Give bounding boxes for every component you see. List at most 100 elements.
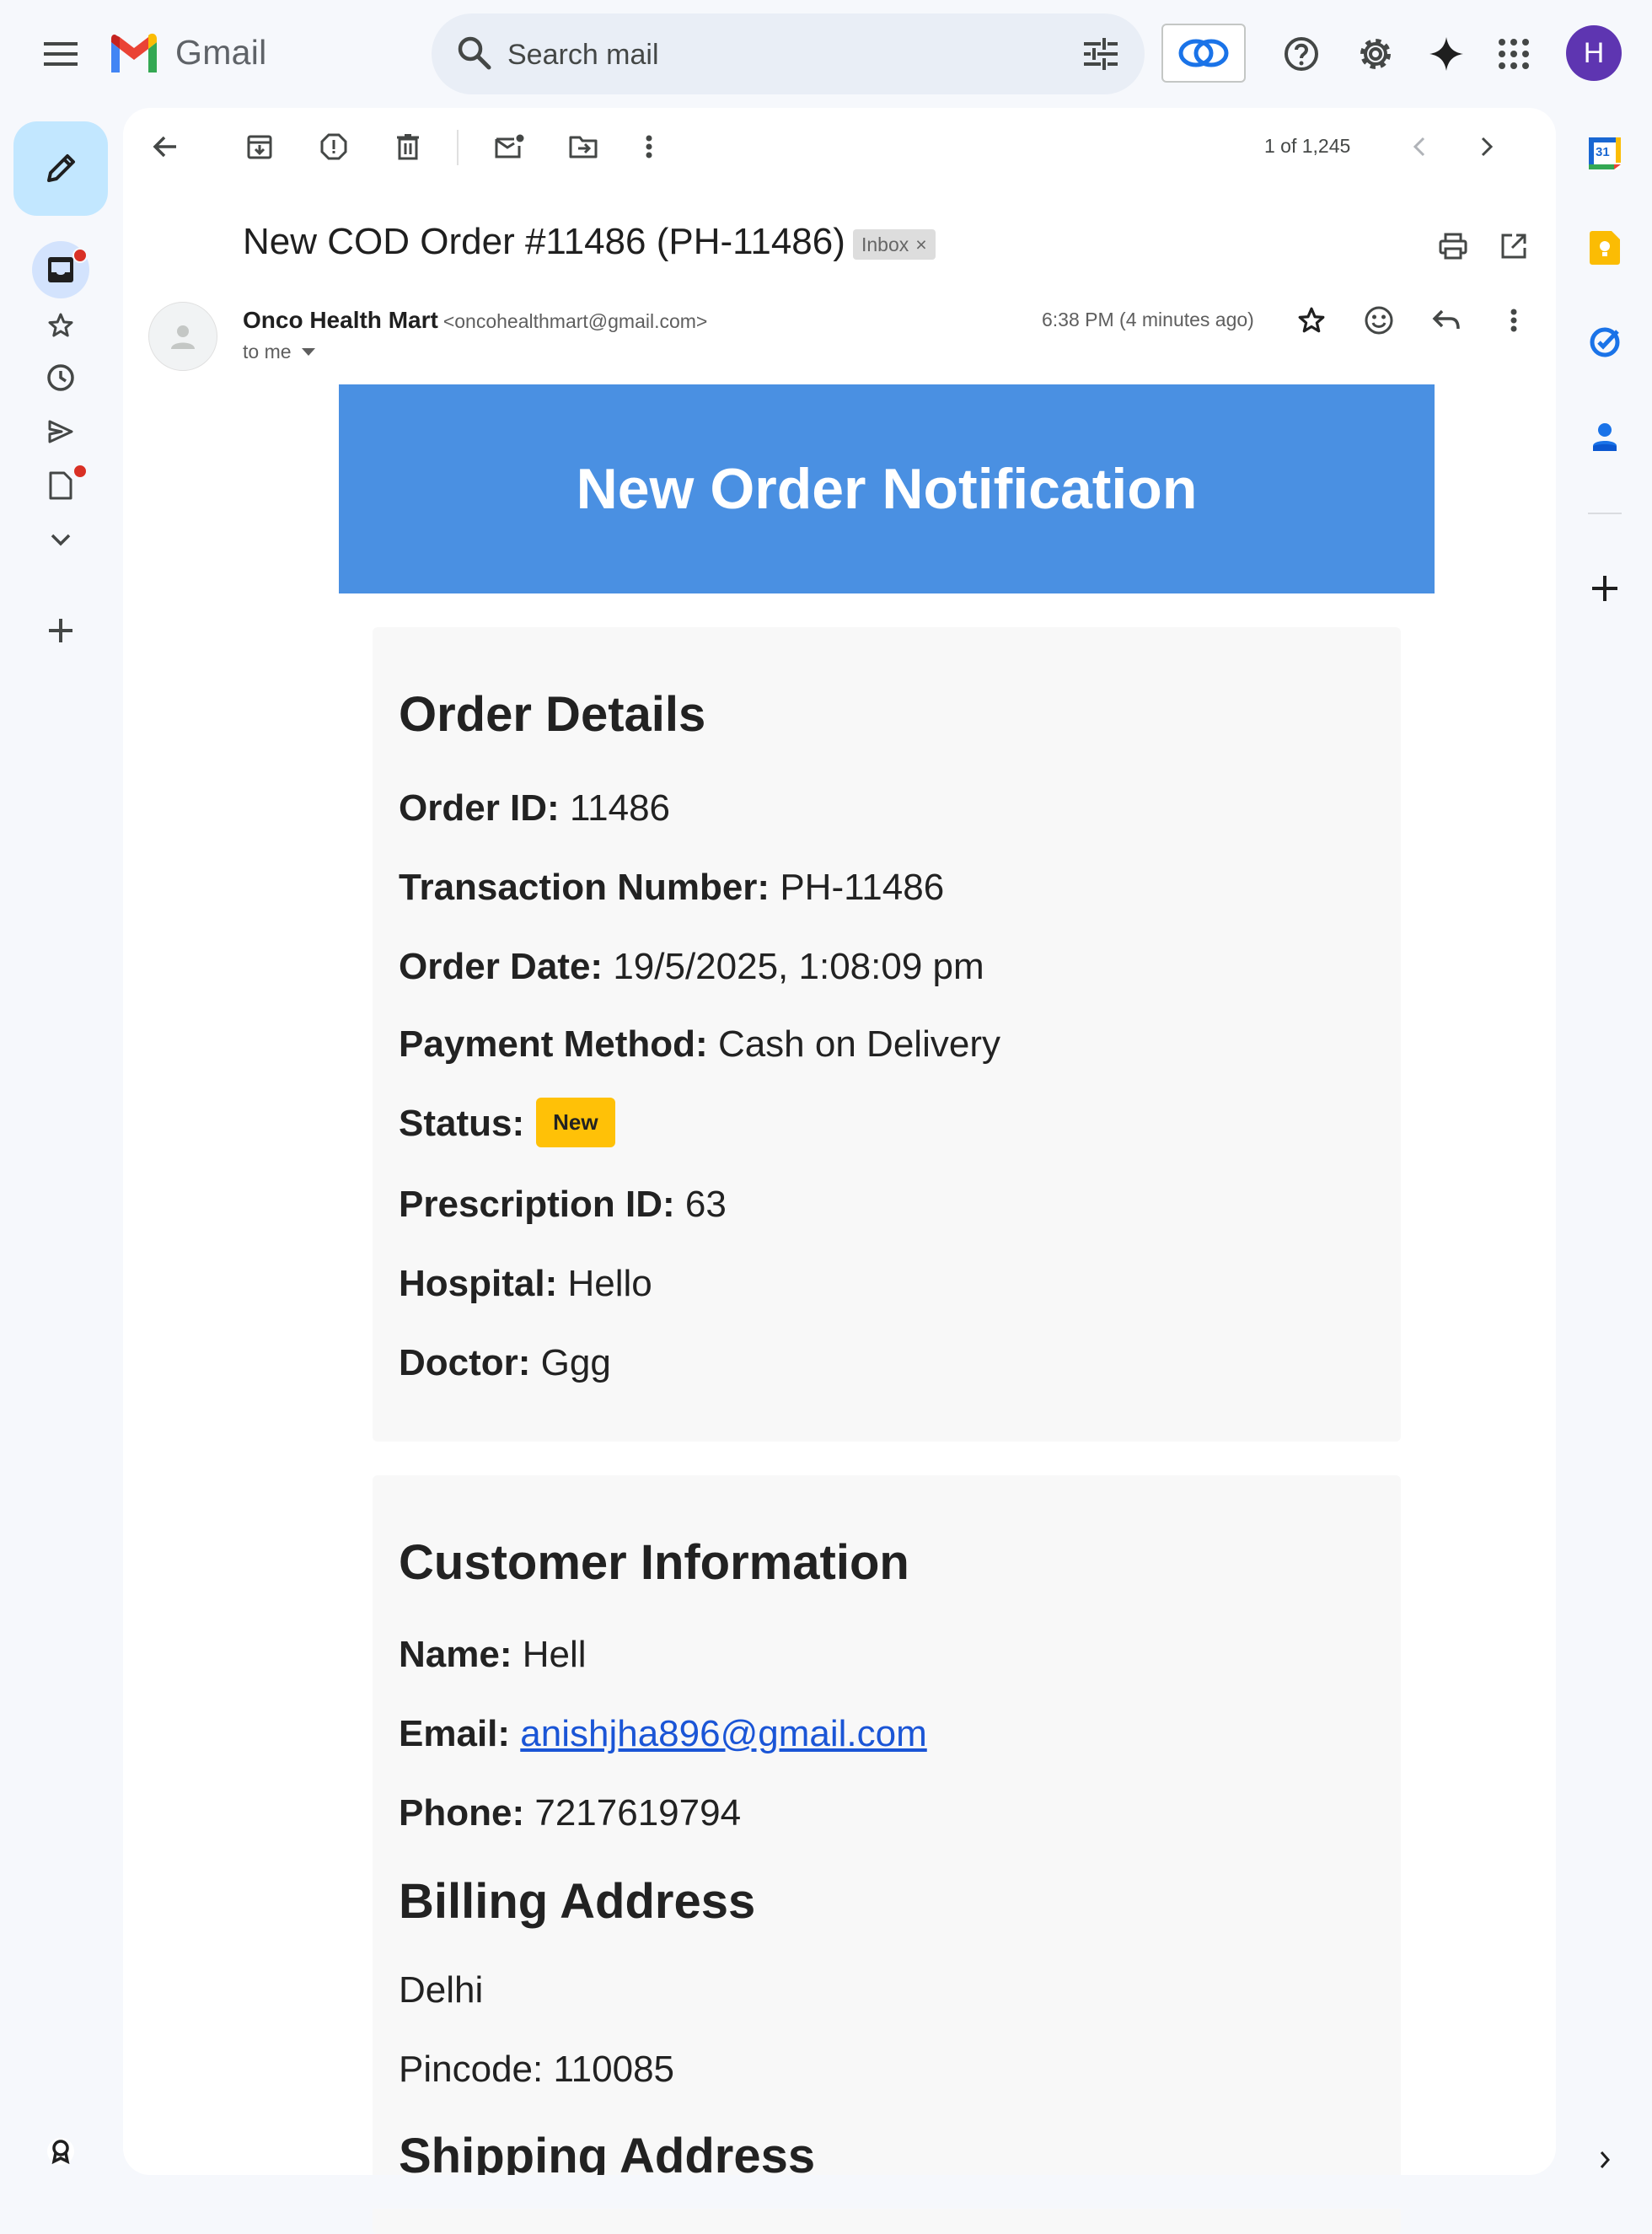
hospital-row: Hospital: Hello [399, 1263, 652, 1305]
search-input[interactable] [506, 13, 1032, 96]
doctor-label: Doctor: [399, 1342, 531, 1383]
print-button[interactable] [1426, 219, 1480, 273]
apps-button[interactable] [1487, 27, 1541, 81]
gemini-button[interactable] [1419, 27, 1473, 81]
nav-starred[interactable] [32, 297, 89, 354]
get-addons-button[interactable] [1578, 561, 1632, 615]
customer-phone-row: Phone: 7217619794 [399, 1792, 741, 1834]
order-date-value: 19/5/2025, 1:08:09 pm [613, 946, 984, 987]
billing-city: Delhi [399, 1969, 484, 2011]
emoji-react-button[interactable] [1352, 293, 1406, 347]
message-more-button[interactable] [1487, 293, 1541, 347]
report-spam-button[interactable] [307, 120, 361, 174]
calendar-day: 31 [1596, 145, 1610, 159]
help-button[interactable] [1274, 27, 1328, 81]
arrow-back-icon [153, 135, 178, 158]
newer-button[interactable] [1392, 120, 1446, 174]
search-icon[interactable] [455, 34, 494, 72]
move-folder-icon [568, 134, 598, 159]
customer-info-heading: Customer Information [399, 1535, 909, 1590]
remove-label-icon[interactable]: × [915, 234, 926, 256]
customer-email-row: Email: anishjha896@gmail.com [399, 1713, 927, 1755]
customer-email-link[interactable]: anishjha896@gmail.com [520, 1713, 926, 1754]
compose-button[interactable] [13, 121, 108, 216]
order-date-label: Order Date: [399, 946, 603, 987]
back-button[interactable] [138, 120, 192, 174]
bottom-gutter [0, 2175, 1652, 2209]
extension-button[interactable] [1161, 24, 1246, 83]
tasks-app-button[interactable] [1578, 315, 1632, 369]
search-bar[interactable] [432, 13, 1145, 96]
prescription-value: 63 [684, 1184, 727, 1225]
more-vertical-icon [646, 135, 652, 158]
chevron-right-icon [1480, 136, 1494, 158]
transaction-row: Transaction Number: PH-11486 [399, 867, 944, 909]
recipient-details[interactable]: to me [243, 341, 315, 363]
more-vertical-icon [1510, 309, 1517, 332]
toolbar-divider [457, 130, 459, 165]
older-button[interactable] [1460, 120, 1514, 174]
printer-icon [1438, 233, 1468, 260]
reply-button[interactable] [1419, 293, 1473, 347]
show-side-panel-button[interactable] [1578, 2133, 1632, 2187]
customer-name-row: Name: Hell [399, 1634, 587, 1676]
gear-icon [1356, 35, 1395, 73]
transaction-label: Transaction Number: [399, 867, 770, 908]
help-icon [1283, 35, 1320, 72]
archive-button[interactable] [233, 120, 287, 174]
status-label: Status: [399, 1103, 525, 1145]
hospital-value: Hello [567, 1263, 652, 1304]
nav-drafts[interactable] [32, 457, 89, 514]
reply-icon [1432, 309, 1461, 332]
order-id-row: Order ID: 11486 [399, 787, 670, 830]
plus-icon [1592, 576, 1617, 601]
achievements-button[interactable] [32, 2123, 89, 2180]
sparkle-icon [1428, 35, 1465, 72]
keep-app-button[interactable] [1578, 221, 1632, 275]
inbox-icon [46, 255, 75, 284]
sender[interactable]: Onco Health Mart <oncohealthmart@gmail.co… [243, 307, 707, 334]
status-badge: New [536, 1098, 615, 1147]
star-button[interactable] [1285, 293, 1338, 347]
create-label-button[interactable] [32, 602, 89, 659]
move-to-button[interactable] [556, 120, 610, 174]
order-date-row: Order Date: 19/5/2025, 1:08:09 pm [399, 946, 984, 988]
order-details-heading: Order Details [399, 687, 706, 742]
link-rings-icon [1177, 36, 1230, 70]
contacts-person-icon [1592, 422, 1617, 451]
sender-avatar[interactable] [148, 302, 217, 371]
nav-more[interactable] [32, 511, 89, 568]
doctor-row: Doctor: Ggg [399, 1342, 611, 1384]
notification-banner: New Order Notification [339, 384, 1435, 593]
order-id-value: 11486 [569, 787, 671, 829]
more-actions-button[interactable] [622, 120, 676, 174]
gmail-wordmark: Gmail [175, 32, 267, 72]
chevron-left-icon [1413, 136, 1426, 158]
account-avatar[interactable]: H [1566, 25, 1622, 81]
person-icon [169, 322, 197, 351]
clock-icon [46, 363, 75, 392]
settings-button[interactable] [1349, 27, 1403, 81]
billing-pincode: Pincode: 110085 [399, 2049, 675, 2090]
contacts-app-button[interactable] [1578, 410, 1632, 464]
nav-snoozed[interactable] [32, 349, 89, 406]
delete-button[interactable] [381, 120, 435, 174]
inbox-label-chip[interactable]: Inbox × [853, 229, 936, 260]
customer-name-value: Hell [522, 1634, 587, 1675]
nav-inbox[interactable] [32, 241, 89, 298]
label-chip-text: Inbox [861, 233, 909, 255]
open-new-window-button[interactable] [1487, 219, 1541, 273]
pencil-icon [42, 150, 79, 187]
drafts-dot [72, 464, 88, 479]
nav-sent[interactable] [32, 403, 89, 460]
mark-unread-button[interactable] [482, 120, 536, 174]
calendar-app-button[interactable]: 31 [1578, 126, 1632, 180]
prescription-label: Prescription ID: [399, 1184, 675, 1225]
chevron-down-icon [50, 533, 72, 546]
report-icon [320, 133, 347, 160]
gmail-logo[interactable]: Gmail [108, 32, 267, 72]
smiley-icon [1364, 305, 1394, 336]
trash-icon [396, 133, 420, 160]
search-options-icon[interactable] [1082, 35, 1119, 72]
main-menu-button[interactable] [32, 25, 89, 83]
